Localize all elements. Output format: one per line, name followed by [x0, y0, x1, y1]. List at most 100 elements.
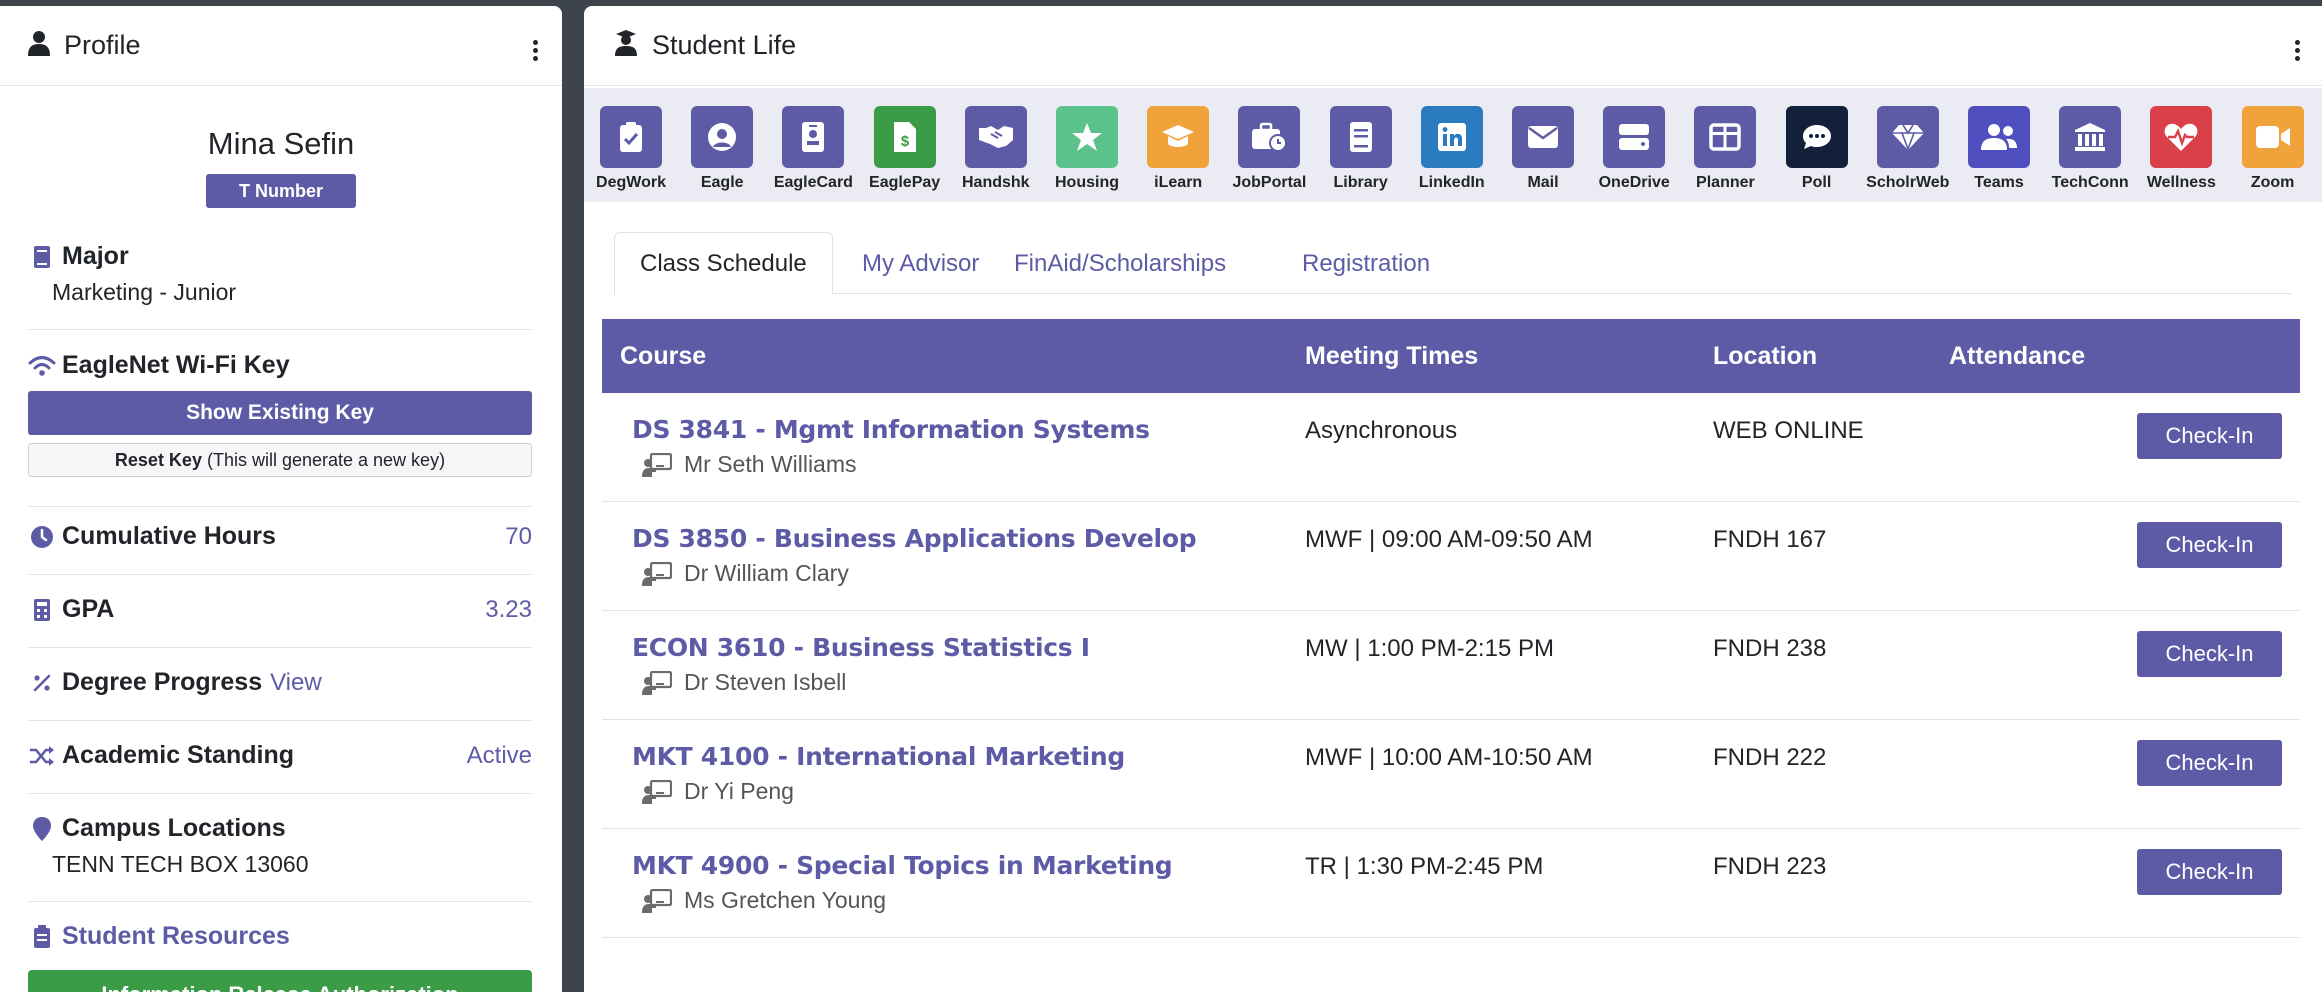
app-label: EaglePay: [869, 174, 941, 191]
app-label: iLearn: [1154, 174, 1203, 191]
reset-key-label: Reset Key: [114, 449, 202, 470]
app-label: JobPortal: [1232, 174, 1307, 191]
app-label: Teams: [1974, 174, 2024, 191]
app-eaglepay[interactable]: $ EaglePay: [860, 106, 950, 192]
profile-title: Profile: [64, 30, 141, 60]
app-linkedin[interactable]: LinkedIn: [1407, 106, 1497, 192]
app-label: TechConn: [2051, 174, 2129, 191]
wifi-icon: [28, 355, 56, 377]
app-label: Eagle: [700, 174, 744, 191]
gem-icon: [1876, 106, 1939, 168]
divider: [28, 901, 532, 902]
id-badge-icon: [782, 106, 845, 168]
degree-view-link[interactable]: View: [270, 669, 322, 697]
handshake-icon: [964, 106, 1027, 168]
app-jobportal[interactable]: JobPortal: [1224, 106, 1314, 192]
app-ilearn[interactable]: iLearn: [1133, 106, 1223, 192]
app-label: Planner: [1696, 174, 1755, 191]
app-techconn[interactable]: TechConn: [2045, 106, 2135, 192]
gpa-title: GPA: [62, 595, 115, 623]
meeting-times: MWF | 09:00 AM-09:50 AM: [1305, 526, 1593, 553]
table-row: MKT 4100 - International Marketing Dr Yi …: [602, 720, 2300, 829]
video-camera-icon: [2241, 106, 2304, 168]
graduate-icon: [614, 30, 638, 61]
app-mail[interactable]: Mail: [1498, 106, 1588, 192]
table-header: Course Meeting Times Location Attendance: [602, 319, 2300, 393]
table-row: MKT 4900 - Special Topics in Marketing Ms…: [602, 829, 2300, 938]
app-wellness[interactable]: Wellness: [2136, 106, 2226, 192]
reset-key-note: (This will generate a new key): [206, 449, 446, 470]
shuffle-icon: [28, 745, 56, 767]
instructor-name: Dr Steven Isbell: [684, 669, 847, 695]
info-release-button[interactable]: Information Release Authorization: [28, 970, 532, 992]
meeting-times: Asynchronous: [1305, 417, 1458, 444]
instructor: Dr Yi Peng: [642, 778, 794, 805]
app-label: ScholrWeb: [1866, 174, 1950, 191]
course-link[interactable]: DS 3841 - Mgmt Information Systems: [632, 415, 1150, 444]
wifi-section: EagleNet Wi-Fi Key: [28, 351, 532, 380]
location: WEB ONLINE: [1713, 417, 1864, 444]
tab-finaid-scholarships[interactable]: FinAid/Scholarships: [989, 232, 1251, 295]
app-onedrive[interactable]: OneDrive: [1589, 106, 1679, 192]
app-degwork[interactable]: DegWork: [586, 106, 676, 192]
course-link[interactable]: MKT 4900 - Special Topics in Marketing: [632, 851, 1173, 880]
student-life-title: Student Life: [652, 30, 797, 60]
check-in-button[interactable]: Check-In: [2137, 522, 2282, 568]
course-link[interactable]: ECON 3610 - Business Statistics I: [632, 633, 1090, 662]
app-library[interactable]: Library: [1316, 106, 1406, 192]
app-eagle[interactable]: Eagle: [677, 106, 767, 192]
reset-key-button[interactable]: Reset Key (This will generate a new key): [28, 443, 532, 477]
instructor-name: Dr William Clary: [684, 560, 849, 586]
app-label: Mail: [1527, 174, 1559, 191]
gpa-section: GPA 3.23: [28, 595, 532, 624]
show-key-button[interactable]: Show Existing Key: [28, 391, 532, 435]
tab-registration[interactable]: Registration: [1277, 232, 1455, 295]
check-in-button[interactable]: Check-In: [2137, 740, 2282, 786]
course-link[interactable]: MKT 4100 - International Marketing: [632, 742, 1125, 771]
location: FNDH 222: [1713, 744, 1827, 771]
percent-icon: [28, 673, 56, 693]
profile-card: Profile Mina Sefin T Number Major Market…: [0, 6, 562, 992]
major-value: Marketing - Junior: [52, 279, 237, 305]
briefcase-clock-icon: [1238, 106, 1301, 168]
t-number-button[interactable]: T Number: [206, 174, 356, 208]
instructor: Ms Gretchen Young: [642, 887, 886, 914]
book-icon: [28, 245, 56, 269]
student-resources-link[interactable]: Student Resources: [62, 922, 290, 951]
check-in-button[interactable]: Check-In: [2137, 413, 2282, 459]
table-row: DS 3850 - Business Applications Develop D…: [602, 502, 2300, 611]
app-handshk[interactable]: Handshk: [951, 106, 1041, 192]
profile-menu-icon[interactable]: [533, 40, 538, 61]
app-scholrweb[interactable]: ScholrWeb: [1863, 106, 1953, 192]
star-icon: [1056, 106, 1118, 168]
app-zoom[interactable]: Zoom: [2228, 106, 2318, 192]
divider: [28, 647, 532, 648]
chat-bubble-icon: [1785, 106, 1848, 168]
student-life-header: Student Life: [584, 6, 2322, 86]
check-in-button[interactable]: Check-In: [2137, 849, 2282, 895]
student-life-card: Student Life DegWork Eagle EagleCard $ Eagle…: [584, 6, 2322, 992]
book-icon: [1329, 106, 1392, 168]
instructor-name: Ms Gretchen Young: [684, 887, 887, 913]
tab-class-schedule[interactable]: Class Schedule: [614, 232, 833, 295]
app-label: LinkedIn: [1418, 174, 1485, 191]
app-eaglecard[interactable]: EagleCard: [768, 106, 858, 192]
standing-value: Active: [466, 741, 532, 769]
instructor: Mr Seth Williams: [642, 451, 857, 478]
course-link[interactable]: DS 3850 - Business Applications Develop: [632, 524, 1197, 553]
table-row: DS 3841 - Mgmt Information Systems Mr Set…: [602, 393, 2300, 502]
check-in-button[interactable]: Check-In: [2137, 631, 2282, 677]
app-launcher-bar: DegWork Eagle EagleCard $ EaglePay Handshk Hou…: [584, 88, 2322, 202]
app-housing[interactable]: Housing: [1042, 106, 1132, 192]
campus-value: TENN TECH BOX 13060: [52, 851, 309, 877]
app-teams[interactable]: Teams: [1954, 106, 2044, 192]
header-course: Course: [620, 341, 707, 370]
tab-my-advisor[interactable]: My Advisor: [837, 232, 1004, 295]
student-life-menu-icon[interactable]: [2295, 40, 2300, 61]
heart-pulse-icon: [2150, 106, 2213, 168]
app-poll[interactable]: Poll: [1772, 106, 1862, 192]
divider: [28, 793, 532, 794]
app-planner[interactable]: Planner: [1680, 106, 1770, 192]
chalkboard-teacher-icon: [642, 779, 672, 804]
standing-title: Academic Standing: [62, 741, 294, 769]
